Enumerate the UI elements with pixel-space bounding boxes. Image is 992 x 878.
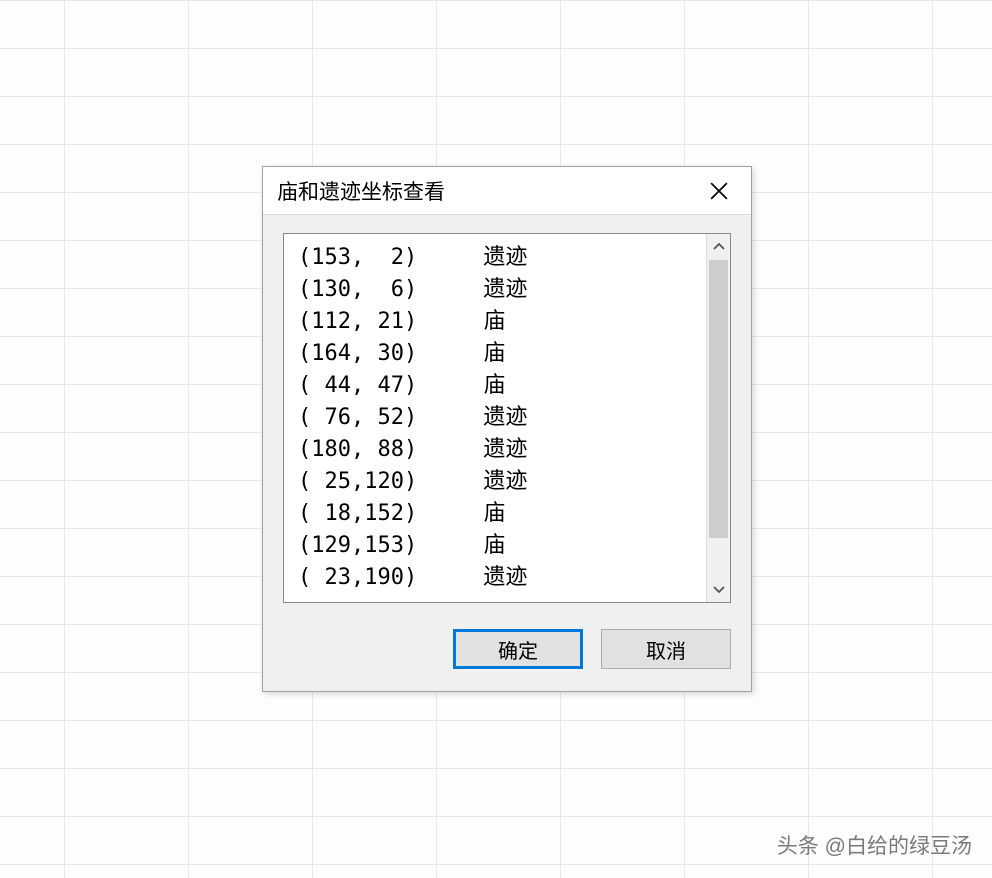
list-item[interactable]: ( 18,152) 庙	[298, 498, 700, 530]
list-item[interactable]: (153, 2) 遗迹	[298, 242, 700, 274]
close-icon	[710, 182, 728, 200]
list-item[interactable]: (129,153) 庙	[298, 530, 700, 562]
close-button[interactable]	[697, 173, 741, 209]
scroll-down-button[interactable]	[707, 576, 731, 602]
watermark-text: 头条 @白给的绿豆汤	[777, 830, 972, 860]
cancel-button[interactable]: 取消	[601, 629, 731, 669]
list-item[interactable]: ( 76, 52) 遗迹	[298, 402, 700, 434]
list-item[interactable]: (180, 88) 遗迹	[298, 434, 700, 466]
list-item[interactable]: (164, 30) 庙	[298, 338, 700, 370]
list-item[interactable]: (130, 6) 遗迹	[298, 274, 700, 306]
ok-button[interactable]: 确定	[453, 629, 583, 669]
chevron-down-icon	[713, 583, 725, 595]
listbox-scrollbar[interactable]	[706, 234, 730, 602]
coordinates-listbox[interactable]: (153, 2) 遗迹(130, 6) 遗迹(112, 21) 庙(164, 3…	[283, 233, 731, 603]
list-item[interactable]: ( 44, 47) 庙	[298, 370, 700, 402]
chevron-up-icon	[713, 241, 725, 253]
list-item[interactable]: ( 25,120) 遗迹	[298, 466, 700, 498]
list-item[interactable]: ( 23,190) 遗迹	[298, 562, 700, 594]
coordinates-dialog: 庙和遗迹坐标查看 (153, 2) 遗迹(130, 6) 遗迹(112, 21)…	[262, 166, 752, 692]
scroll-up-button[interactable]	[707, 234, 731, 260]
list-item[interactable]: (112, 21) 庙	[298, 306, 700, 338]
scroll-track[interactable]	[707, 260, 730, 576]
dialog-titlebar[interactable]: 庙和遗迹坐标查看	[263, 167, 751, 215]
list-content: (153, 2) 遗迹(130, 6) 遗迹(112, 21) 庙(164, 3…	[284, 234, 706, 602]
dialog-title: 庙和遗迹坐标查看	[277, 176, 445, 206]
dialog-button-row: 确定 取消	[263, 621, 751, 691]
dialog-content: (153, 2) 遗迹(130, 6) 遗迹(112, 21) 庙(164, 3…	[263, 215, 751, 621]
scroll-thumb[interactable]	[709, 260, 728, 538]
